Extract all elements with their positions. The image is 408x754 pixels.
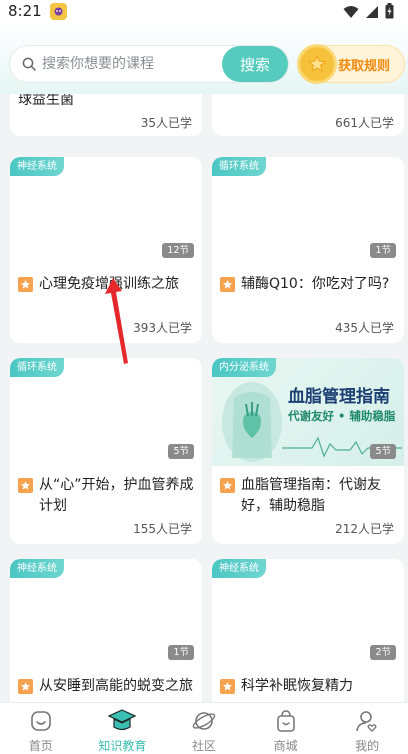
- learner-count: 393人已学: [133, 321, 192, 335]
- course-title: 血脂管理指南：代谢友好，辅助稳脂: [241, 477, 381, 514]
- star-badge-icon: [18, 277, 33, 292]
- course-title: 辅酶Q10：你吃对了吗?: [241, 276, 390, 292]
- star-badge-icon: [220, 679, 235, 694]
- course-card[interactable]: 661人已学: [212, 94, 404, 136]
- learner-count: 35人已学: [140, 116, 192, 130]
- tab-mall[interactable]: 商城: [245, 703, 327, 754]
- category-tag: 循环系统: [10, 358, 64, 377]
- course-card[interactable]: 循环系统 1节 辅酶Q10：你吃对了吗? 435人已学: [212, 157, 404, 343]
- category-tag: 神经系统: [212, 559, 266, 578]
- status-time: 8:21: [8, 2, 42, 20]
- get-rules-button[interactable]: 获取规则: [300, 46, 404, 82]
- header: 搜索 获取规则: [0, 22, 408, 94]
- course-title-row: 科学补眠恢复精力: [220, 676, 400, 697]
- planet-icon: [190, 707, 218, 734]
- get-rules-label: 获取规则: [338, 58, 391, 74]
- red-arrow-annotation: [105, 278, 128, 364]
- tab-label: 社区: [191, 739, 216, 753]
- tab-label: 商城: [273, 739, 298, 753]
- category-tag: 循环系统: [212, 157, 266, 176]
- tab-label: 知识教育: [98, 739, 147, 753]
- course-title: 球益生菌: [18, 94, 74, 108]
- category-tag: 神经系统: [10, 559, 64, 578]
- course-title: 科学补眠恢复精力: [241, 678, 353, 694]
- bottom-tab-bar: 首页 知识教育 社区 商城 我的: [0, 702, 408, 754]
- course-title: 从“心”开始，护血管养成计划: [39, 477, 194, 514]
- course-card[interactable]: 循环系统 5节 从“心”开始，护血管养成计划 155人已学: [10, 358, 202, 544]
- lesson-count-badge: 1节: [168, 645, 194, 660]
- status-icons: [343, 3, 394, 23]
- app-notification-icon: [49, 2, 67, 20]
- signal-icon: [365, 4, 379, 23]
- status-bar: 8:21: [0, 0, 408, 22]
- graduation-cap-icon: [108, 707, 137, 734]
- lesson-count-badge: 12节: [162, 243, 194, 258]
- category-tag: 神经系统: [10, 157, 64, 176]
- tab-community[interactable]: 社区: [163, 703, 245, 754]
- learner-count: 155人已学: [133, 522, 192, 536]
- learner-count: 661人已学: [335, 116, 394, 130]
- star-badge-icon: [18, 478, 33, 493]
- wifi-icon: [343, 4, 359, 23]
- category-tag: 内分泌系统: [212, 358, 276, 377]
- tab-label: 首页: [28, 739, 53, 753]
- shopping-bag-icon: [272, 707, 300, 734]
- star-badge-icon: [220, 277, 235, 292]
- learner-count: 212人已学: [335, 522, 394, 536]
- lesson-count-badge: 2节: [370, 645, 396, 660]
- promo-subtitle: 代谢友好 • 辅助稳脂: [288, 409, 396, 423]
- tab-mine[interactable]: 我的: [326, 703, 408, 754]
- course-feed[interactable]: 球益生菌 35人已学 661人已学 神经系统 12节 心理免疫增强训练之旅 39…: [0, 94, 408, 702]
- tab-knowledge-education[interactable]: 知识教育: [82, 703, 164, 754]
- lesson-count-badge: 1节: [370, 243, 396, 258]
- star-badge-icon: [18, 679, 33, 694]
- search-input[interactable]: [42, 56, 212, 72]
- course-title-row: 从安睡到高能的蜕变之旅: [18, 676, 198, 697]
- promo-title: 血脂管理指南: [288, 387, 390, 407]
- star-badge-icon: [220, 478, 235, 493]
- course-title-row: 球益生菌: [18, 94, 198, 111]
- course-card[interactable]: 神经系统 2节 科学补眠恢复精力: [212, 559, 404, 702]
- course-title-row: 从“心”开始，护血管养成计划: [18, 475, 198, 517]
- course-card[interactable]: 血脂管理指南 代谢友好 • 辅助稳脂 内分泌系统 5节 血脂管理指南：代谢友好，…: [212, 358, 404, 544]
- home-icon: [27, 707, 55, 734]
- learner-count: 435人已学: [335, 321, 394, 335]
- course-card[interactable]: 神经系统 1节 从安睡到高能的蜕变之旅: [10, 559, 202, 702]
- lesson-count-badge: 5节: [370, 444, 396, 459]
- search-bar[interactable]: 搜索: [10, 46, 288, 82]
- course-card[interactable]: 球益生菌 35人已学: [10, 94, 202, 136]
- battery-icon: [385, 3, 394, 23]
- course-title-row: 辅酶Q10：你吃对了吗?: [220, 274, 400, 295]
- user-heart-icon: [353, 707, 381, 734]
- lesson-count-badge: 5节: [168, 444, 194, 459]
- tab-home[interactable]: 首页: [0, 703, 82, 754]
- course-title-row: 血脂管理指南：代谢友好，辅助稳脂: [220, 475, 400, 517]
- course-title: 从安睡到高能的蜕变之旅: [39, 678, 193, 694]
- coin-star-icon: [300, 47, 334, 81]
- search-button[interactable]: 搜索: [222, 46, 288, 82]
- search-icon: [22, 57, 36, 71]
- tab-label: 我的: [355, 739, 380, 753]
